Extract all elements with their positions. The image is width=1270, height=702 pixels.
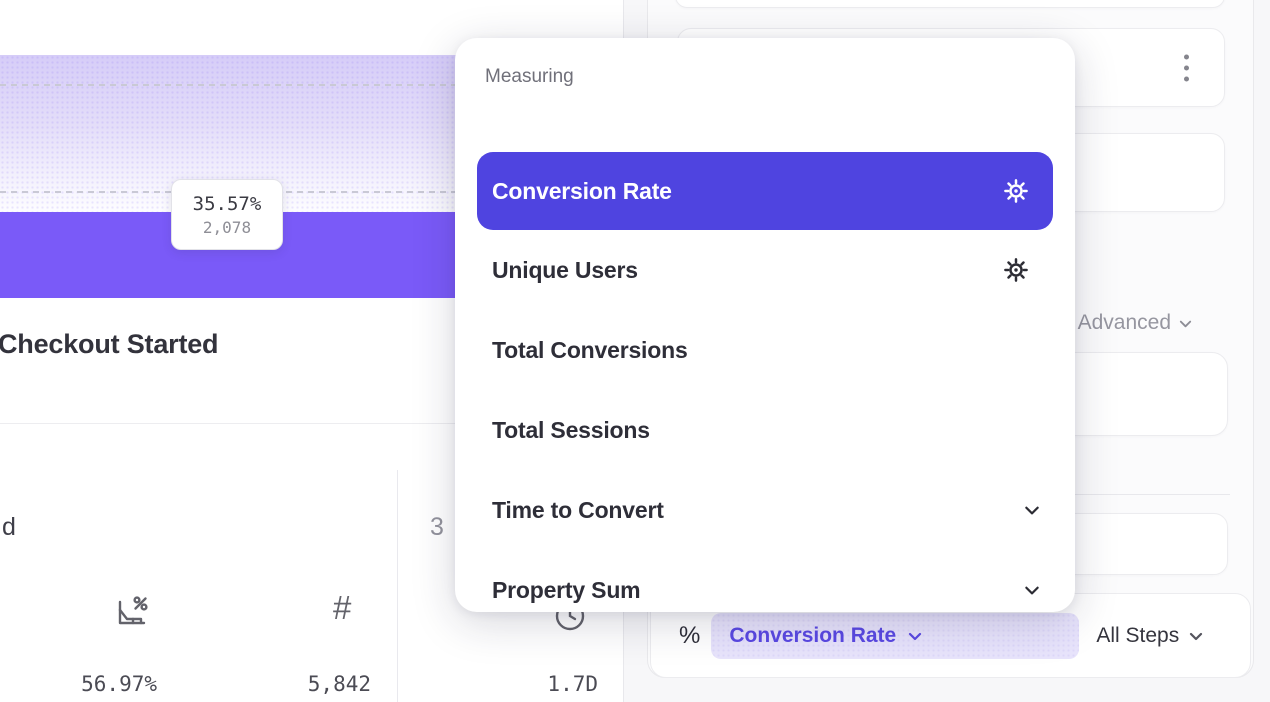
value-conversion-rate: 56.97% — [0, 672, 157, 696]
gear-icon[interactable] — [1003, 178, 1029, 204]
menu-item-label: Property Sum — [492, 577, 640, 604]
chevron-down-icon — [1178, 316, 1193, 331]
dropdown-section-label: Measuring — [485, 66, 574, 88]
chevron-down-icon — [1023, 581, 1041, 599]
menu-item-property-sum[interactable]: Property Sum — [455, 550, 1075, 630]
menu-item-total-sessions[interactable]: Total Sessions — [455, 390, 1075, 470]
menu-item-unique-users[interactable]: Unique Users — [455, 230, 1075, 310]
gear-icon[interactable] — [1003, 257, 1029, 283]
kebab-menu-icon[interactable] — [1180, 50, 1193, 85]
table-column-divider — [397, 470, 398, 702]
menu-item-label: Total Conversions — [492, 337, 688, 364]
menu-item-label: Unique Users — [492, 257, 638, 284]
menu-item-label: Time to Convert — [492, 497, 664, 524]
menu-item-label: Conversion Rate — [492, 178, 672, 205]
advanced-toggle[interactable]: Advanced — [1078, 311, 1193, 335]
chevron-down-icon — [1023, 501, 1041, 519]
value-time-to-convert: 1.7D — [450, 672, 598, 696]
measuring-dropdown: Measuring Conversion Rate Unique Users — [455, 38, 1075, 612]
funnel-tooltip: 35.57% 2,078 — [171, 179, 283, 250]
menu-item-label: Total Sessions — [492, 417, 650, 444]
chevron-down-icon — [1188, 628, 1203, 643]
conversion-rate-icon — [112, 592, 150, 630]
menu-item-time-to-convert[interactable]: Time to Convert — [455, 470, 1075, 550]
steps-selector[interactable]: All Steps — [1096, 624, 1203, 648]
table-step-header-left: d — [2, 513, 16, 542]
advanced-label: Advanced — [1078, 311, 1171, 335]
menu-item-conversion-rate[interactable]: Conversion Rate — [477, 152, 1053, 230]
table-step-header-right: 3 — [430, 513, 444, 542]
app-screen: 35.57% 2,078 Checkout Started d 3 # — [0, 0, 1270, 702]
builder-card-top-sliver — [675, 0, 1225, 8]
tooltip-count: 2,078 — [203, 218, 251, 237]
funnel-step-label: Checkout Started — [0, 329, 218, 360]
steps-selector-label: All Steps — [1096, 624, 1179, 648]
tooltip-conversion-rate: 35.57% — [193, 193, 262, 215]
value-count: 5,842 — [200, 672, 371, 696]
count-hash-icon: # — [333, 589, 351, 627]
menu-item-total-conversions[interactable]: Total Conversions — [455, 310, 1075, 390]
